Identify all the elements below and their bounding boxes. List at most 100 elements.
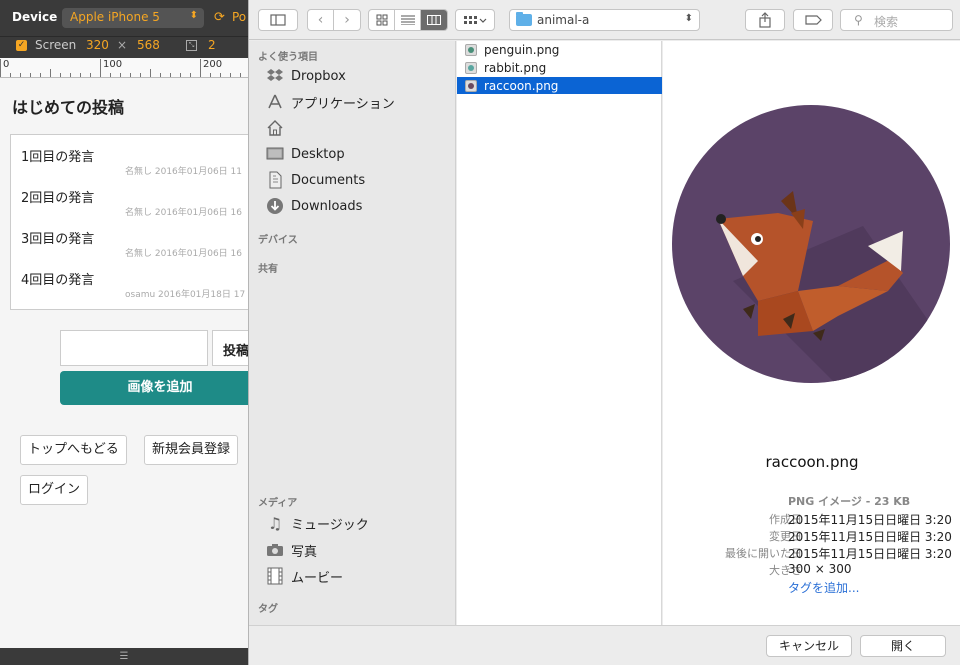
ruler-tick [150, 69, 151, 77]
ruler-tick [120, 73, 121, 77]
sidebar-item-music[interactable]: ♫ ミュージック [266, 512, 451, 534]
screen-checkbox[interactable]: ✓ [16, 40, 27, 51]
screen-height[interactable]: 568 [137, 38, 160, 52]
ruler-tick [130, 73, 131, 77]
created-value: 2015年11月15日日曜日 3:20 [788, 513, 952, 527]
location-popup[interactable]: animal-a ⬍ [509, 9, 700, 31]
ruler-tick [170, 73, 171, 77]
chevron-right-icon: › [344, 12, 350, 28]
opened-value: 2015年11月15日日曜日 3:20 [788, 547, 952, 561]
list-item: 1回目の発言 名無し 2016年01月06日 11 [21, 146, 248, 177]
image-file-icon [465, 43, 477, 56]
device-toolbar: Device Apple iPhone 5 ⬍ ⟳ Po [0, 0, 248, 36]
sidebar-item-label: 写真 [291, 544, 318, 560]
post-message: 3回目の発言 [21, 232, 95, 247]
tag-button[interactable] [793, 9, 833, 31]
home-icon [266, 119, 284, 137]
rotate-icon[interactable]: ⟳ [214, 10, 225, 25]
sidebar-item-label: ミュージック [291, 517, 369, 533]
device-select[interactable]: Apple iPhone 5 ⬍ [62, 8, 204, 28]
ruler-tick [80, 73, 81, 77]
file-name: penguin.png [484, 42, 560, 57]
ruler-tick [180, 73, 181, 77]
preview-file-name: raccoon.png [765, 453, 859, 471]
ruler-tick [10, 73, 11, 77]
cancel-button[interactable]: キャンセル [766, 635, 852, 657]
search-icon: ⚲ [854, 13, 863, 27]
file-row-selected[interactable]: raccoon.png [457, 77, 662, 94]
image-file-icon [465, 79, 477, 92]
file-preview: raccoon.png PNG イメージ - 23 KB 作成日 2015年11… [663, 41, 960, 625]
page-title: はじめての投稿 [12, 98, 125, 117]
sidebar-item-downloads[interactable]: Downloads [266, 195, 451, 217]
ruler-tick [30, 73, 31, 77]
ruler-tick [230, 73, 231, 77]
times-sign: × [117, 38, 128, 52]
add-image-button[interactable]: 画像を追加 [60, 371, 248, 405]
sidebar-item-applications[interactable]: アプリケーション [266, 91, 451, 113]
post-text-input[interactable] [60, 330, 208, 366]
ruler-tick [0, 59, 1, 77]
dialog-footer: キャンセル 開く [249, 625, 960, 665]
dialog-toolbar: ‹ › animal-a ⬍ ⚲ 検索 [249, 0, 960, 40]
ruler-tick-label: 0 [3, 59, 10, 70]
sidebar-item-photos[interactable]: 写真 [266, 539, 451, 561]
sidebar-item-home[interactable] [266, 117, 451, 139]
open-button[interactable]: 開く [860, 635, 946, 657]
ruler-tick [160, 73, 161, 77]
screen-width[interactable]: 320 [86, 38, 109, 52]
favorites-heading: よく使う項目 [258, 52, 318, 63]
ruler-tick [60, 73, 61, 77]
share-button[interactable] [745, 9, 785, 31]
ruler-tick [20, 73, 21, 77]
post-button[interactable]: 投稿 [212, 330, 248, 366]
ruler-tick [110, 73, 111, 77]
select-arrows-icon: ⬍ [189, 10, 198, 21]
ruler-tick [50, 69, 51, 77]
share-icon [759, 12, 771, 28]
sidebar-item-movies[interactable]: ムービー [266, 565, 451, 587]
column-view-button[interactable] [421, 10, 447, 30]
raccoon-thumbnail [672, 105, 950, 383]
music-icon: ♫ [267, 513, 283, 533]
ruler-tick [140, 73, 141, 77]
arrange-button[interactable] [455, 9, 495, 31]
file-row[interactable]: penguin.png [457, 41, 662, 58]
select-arrows-icon: ⬍ [684, 13, 693, 24]
screen-label: Screen [35, 38, 77, 52]
search-field[interactable]: ⚲ 検索 [840, 9, 953, 31]
size-value: 300 × 300 [788, 562, 852, 576]
register-button[interactable]: 新規会員登録 [144, 435, 239, 465]
ruler-tick [240, 73, 241, 77]
shared-heading: 共有 [258, 264, 278, 275]
file-kind: PNG イメージ - 23 KB [788, 495, 911, 508]
login-button[interactable]: ログイン [20, 475, 89, 505]
arrange-icon [464, 16, 487, 24]
device-name: Apple iPhone 5 [70, 10, 160, 24]
list-item: 4回目の発言 osamu 2016年01月18日 17 [21, 269, 248, 300]
scale-value[interactable]: 2 [208, 38, 216, 52]
rotate-label[interactable]: Po [232, 10, 246, 24]
view-mode-control [368, 9, 448, 31]
resize-handle[interactable]: ☰ [0, 648, 248, 665]
ruler-tick [210, 73, 211, 77]
device-label: Device [12, 10, 58, 24]
sidebar-toggle-button[interactable] [258, 9, 298, 31]
list-view-button[interactable] [395, 10, 421, 30]
ruler-tick-label: 200 [203, 59, 223, 70]
applications-icon [266, 93, 284, 111]
devices-heading: デバイス [258, 235, 298, 246]
forward-button[interactable]: › [334, 10, 360, 30]
list-item: 3回目の発言 名無し 2016年01月06日 16 [21, 228, 248, 259]
chevron-left-icon: ‹ [317, 12, 324, 28]
icon-view-button[interactable] [369, 10, 395, 30]
back-button[interactable]: ‹ [308, 10, 334, 30]
sidebar-item-documents[interactable]: Documents [266, 169, 451, 191]
sidebar-item-dropbox[interactable]: Dropbox [266, 65, 451, 87]
post-message: 2回目の発言 [21, 191, 95, 206]
add-tag-link[interactable]: タグを追加... [788, 579, 859, 596]
file-row[interactable]: rabbit.png [457, 59, 662, 76]
responsive-design-view: Device Apple iPhone 5 ⬍ ⟳ Po ✓ Screen 32… [0, 0, 248, 665]
top-link-button[interactable]: トップへもどる [20, 435, 127, 465]
sidebar-item-desktop[interactable]: Desktop [266, 143, 451, 165]
